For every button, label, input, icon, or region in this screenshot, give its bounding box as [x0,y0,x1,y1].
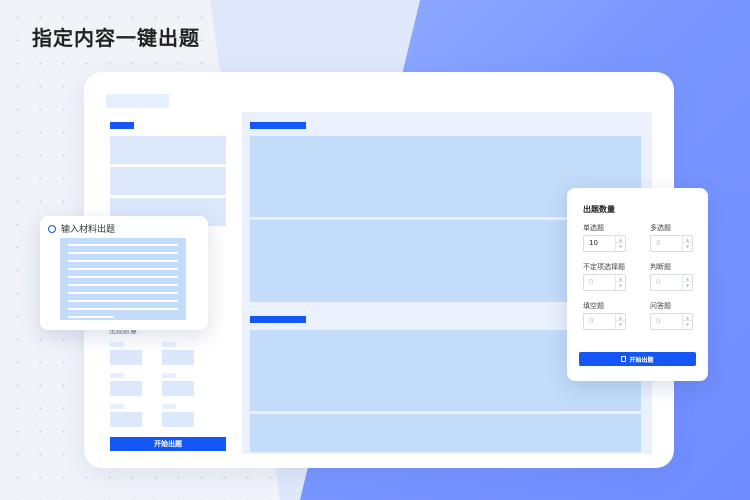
stepper-value[interactable]: 0 [589,278,593,286]
sidebar-option-2[interactable] [110,167,226,195]
count-card-title: 出题数量 [583,205,615,214]
text-line [68,316,114,318]
stepper-multi-choice[interactable]: 0 ▲ ▼ [650,235,693,252]
chevron-down-icon[interactable]: ▼ [616,282,625,289]
chevron-down-icon[interactable]: ▼ [683,243,692,250]
mini-input[interactable] [110,350,142,365]
content-block [250,414,641,452]
header-placeholder [106,94,169,108]
mini-input[interactable] [110,381,142,396]
sidebar-section-marker [110,122,134,129]
text-line [68,276,178,278]
question-count-card: 出题数量 单选题 10 ▲ ▼ 多选题 0 ▲ ▼ 不定项选择题 0 ▲ ▼ 判断题 … [567,188,708,381]
section-marker-top [250,122,306,129]
sidebar-option-1[interactable] [110,136,226,164]
mini-label-placeholder [162,373,176,378]
label-true-false: 判断题 [650,263,671,271]
stepper-value[interactable]: 0 [656,239,660,247]
document-icon [621,356,627,362]
page-headline: 指定内容一键出题 [32,26,200,50]
mini-label-placeholder [110,404,124,409]
chevron-down-icon[interactable]: ▼ [616,243,625,250]
mini-label-placeholder [162,404,176,409]
chevron-down-icon[interactable]: ▼ [616,321,625,328]
chevron-down-icon[interactable]: ▼ [683,321,692,328]
text-line [68,284,178,286]
mini-label-placeholder [110,373,124,378]
mini-input[interactable] [162,412,194,427]
text-line [68,268,178,270]
material-text-area[interactable] [60,238,186,320]
start-button-mini[interactable]: 开始出题 [110,437,226,451]
stepper-short-answer[interactable]: 0 ▲ ▼ [650,313,693,330]
mini-input[interactable] [110,412,142,427]
label-single-choice: 单选题 [583,224,604,232]
radio-icon[interactable] [48,225,56,233]
mini-label-placeholder [110,342,124,347]
label-indefinite-choice: 不定项选择题 [583,263,625,271]
stepper-indefinite-choice[interactable]: 0 ▲ ▼ [583,274,626,291]
stepper-fill-blank[interactable]: 0 ▲ ▼ [583,313,626,330]
chevron-up-icon[interactable]: ▲ [616,275,625,282]
label-short-answer: 问答题 [650,302,671,310]
stepper-value[interactable]: 10 [589,239,598,247]
material-card-title: 输入材料出题 [61,225,116,235]
section-marker-bottom [250,316,306,323]
chevron-up-icon[interactable]: ▲ [616,314,625,321]
label-multi-choice: 多选题 [650,224,671,232]
chevron-up-icon[interactable]: ▲ [683,275,692,282]
chevron-down-icon[interactable]: ▼ [683,282,692,289]
text-line [68,244,178,246]
stepper-value[interactable]: 0 [589,317,593,325]
chevron-up-icon[interactable]: ▲ [683,314,692,321]
start-generate-button[interactable]: 开始出题 [579,352,696,366]
stepper-true-false[interactable]: 0 ▲ ▼ [650,274,693,291]
chevron-up-icon[interactable]: ▲ [683,236,692,243]
stepper-single-choice[interactable]: 10 ▲ ▼ [583,235,626,252]
stepper-value[interactable]: 0 [656,278,660,286]
text-line [68,252,178,254]
material-input-card[interactable]: 输入材料出题 [40,216,208,330]
text-line [68,260,178,262]
label-fill-blank: 填空题 [583,302,604,310]
stepper-value[interactable]: 0 [656,317,660,325]
text-line [68,308,178,310]
mini-input[interactable] [162,350,194,365]
start-button-label: 开始出题 [629,356,654,364]
text-line [68,300,178,302]
chevron-up-icon[interactable]: ▲ [616,236,625,243]
mini-label-placeholder [162,342,176,347]
text-line [68,292,178,294]
mini-input[interactable] [162,381,194,396]
